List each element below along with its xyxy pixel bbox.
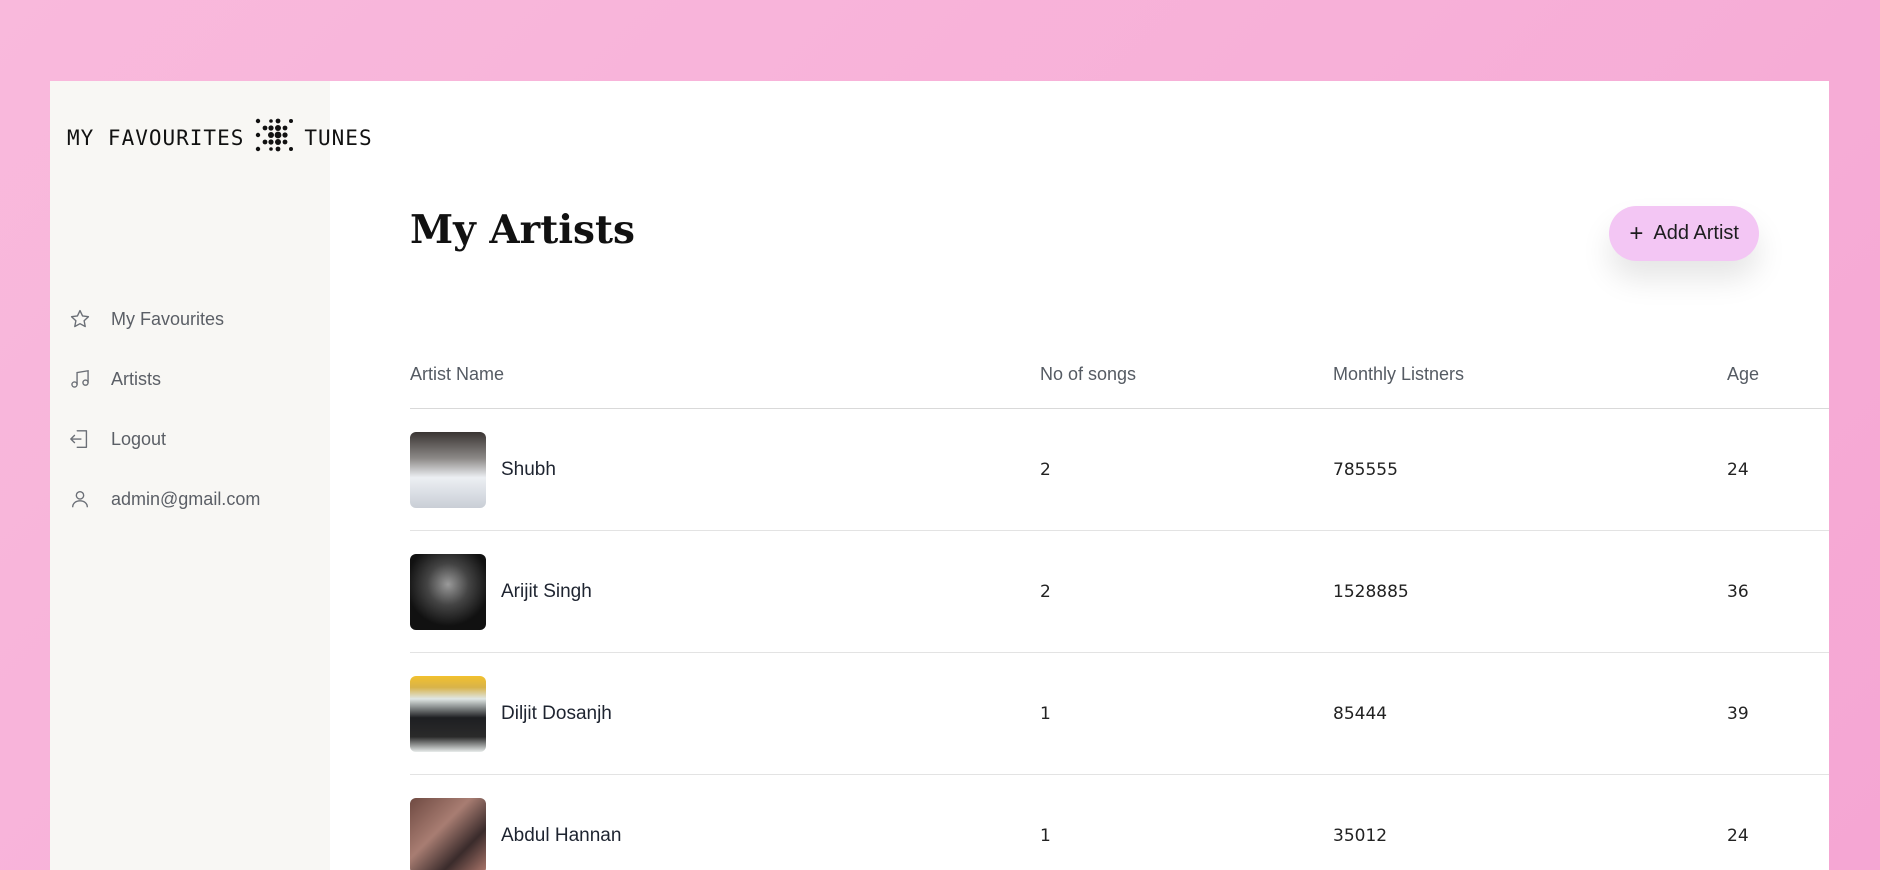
plus-icon: + bbox=[1629, 219, 1644, 247]
sidebar: MY FAVOURITES TUNES My Favourites Artist… bbox=[50, 81, 372, 870]
artist-cell: Abdul Hannan bbox=[410, 774, 1040, 870]
monthly-listeners: 785555 bbox=[1333, 408, 1727, 531]
table-row[interactable]: Abdul Hannan 1 35012 24 bbox=[410, 774, 1829, 870]
artist-age: 36 bbox=[1727, 530, 1829, 653]
logo-text-left: MY FAVOURITES bbox=[67, 125, 245, 150]
monthly-listeners: 1528885 bbox=[1333, 530, 1727, 653]
sidebar-item-my-favourites[interactable]: My Favourites bbox=[69, 289, 260, 349]
table-header-row: Artist Name No of songs Monthly Listners… bbox=[410, 341, 1829, 409]
column-header-age[interactable]: Age bbox=[1727, 341, 1829, 409]
artist-name: Shubh bbox=[501, 458, 556, 480]
sidebar-item-account[interactable]: admin@gmail.com bbox=[69, 469, 260, 529]
artist-age: 24 bbox=[1727, 774, 1829, 870]
table-row[interactable]: Diljit Dosanjh 1 85444 39 bbox=[410, 652, 1829, 775]
artist-age: 24 bbox=[1727, 408, 1829, 531]
artist-avatar bbox=[410, 675, 486, 752]
main-content: My Artists + Add Artist Artist Name No o… bbox=[330, 81, 1829, 870]
monthly-listeners: 85444 bbox=[1333, 652, 1727, 775]
add-artist-label: Add Artist bbox=[1653, 222, 1739, 244]
artist-cell: Shubh bbox=[410, 408, 1040, 531]
monthly-listeners: 35012 bbox=[1333, 774, 1727, 870]
artist-name: Abdul Hannan bbox=[501, 824, 622, 846]
page-title: My Artists bbox=[410, 207, 635, 253]
column-header-artist-name[interactable]: Artist Name bbox=[410, 341, 1040, 409]
songs-count: 1 bbox=[1040, 774, 1333, 870]
artists-table: Artist Name No of songs Monthly Listners… bbox=[410, 341, 1829, 870]
app-window: MY FAVOURITES TUNES My Favourites Artist… bbox=[50, 81, 1829, 870]
column-header-monthly-listeners[interactable]: Monthly Listners bbox=[1333, 341, 1727, 409]
sidebar-item-label: Logout bbox=[111, 428, 167, 449]
sidebar-item-artists[interactable]: Artists bbox=[69, 349, 260, 409]
artist-age: 39 bbox=[1727, 652, 1829, 775]
sidebar-item-label: Artists bbox=[111, 368, 162, 389]
artist-cell: Arijit Singh bbox=[410, 530, 1040, 653]
add-artist-button[interactable]: + Add Artist bbox=[1609, 206, 1759, 261]
logout-icon bbox=[69, 428, 91, 450]
table-row[interactable]: Shubh 2 785555 24 bbox=[410, 408, 1829, 531]
artist-name: Diljit Dosanjh bbox=[501, 702, 612, 724]
artist-avatar bbox=[410, 797, 486, 870]
artist-avatar bbox=[410, 553, 486, 630]
table-row[interactable]: Arijit Singh 2 1528885 36 bbox=[410, 530, 1829, 653]
dotted-waveform-icon bbox=[254, 115, 294, 160]
artist-name: Arijit Singh bbox=[501, 580, 592, 602]
app-logo[interactable]: MY FAVOURITES TUNES bbox=[67, 115, 373, 160]
star-icon bbox=[69, 308, 91, 330]
songs-count: 2 bbox=[1040, 408, 1333, 531]
column-header-songs[interactable]: No of songs bbox=[1040, 341, 1333, 409]
sidebar-nav: My Favourites Artists Logout admin@gmail… bbox=[69, 289, 260, 529]
songs-count: 1 bbox=[1040, 652, 1333, 775]
sidebar-item-label: My Favourites bbox=[111, 308, 225, 329]
artist-cell: Diljit Dosanjh bbox=[410, 652, 1040, 775]
sidebar-item-logout[interactable]: Logout bbox=[69, 409, 260, 469]
songs-count: 2 bbox=[1040, 530, 1333, 653]
user-icon bbox=[69, 488, 91, 510]
sidebar-item-label: admin@gmail.com bbox=[111, 488, 261, 509]
music-note-icon bbox=[69, 368, 91, 390]
artist-avatar bbox=[410, 431, 486, 508]
